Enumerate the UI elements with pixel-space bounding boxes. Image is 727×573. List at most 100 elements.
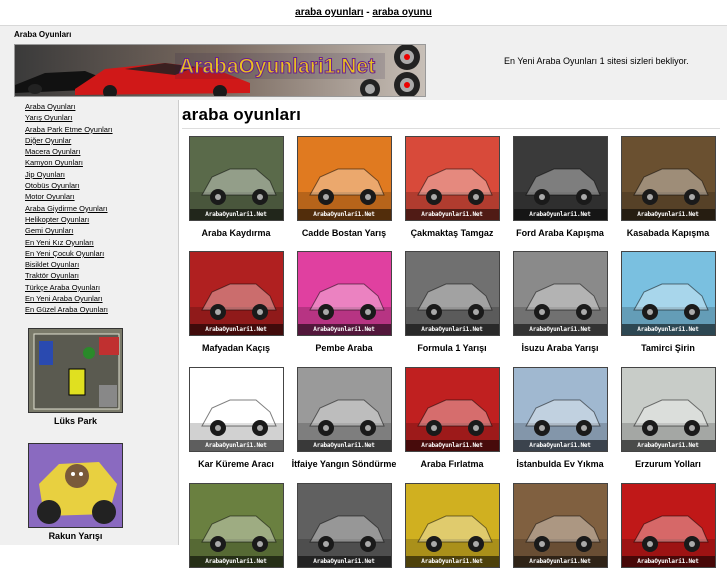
sidebar-category-link[interactable]: Traktör Oyunları xyxy=(25,271,79,280)
game-tile[interactable]: ArabaOyunlari1.Net Cadde Bostan Yarış xyxy=(290,136,398,241)
game-tile[interactable]: ArabaOyunlari1.Net Formula 1 Yarışı xyxy=(398,251,506,356)
sidebar-category-link[interactable]: Araba Park Etme Oyunları xyxy=(25,125,113,134)
thumbnail-watermark: ArabaOyunlari1.Net xyxy=(513,556,607,567)
banner-logo-text: ArabaOyunlari1.Net xyxy=(179,55,375,78)
game-thumbnail[interactable]: ArabaOyunlari1.Net xyxy=(188,136,284,221)
sidebar-item: Jip Oyunları xyxy=(25,169,178,180)
sidebar-category-link[interactable]: Motor Oyunları xyxy=(25,192,75,201)
game-tile[interactable]: ArabaOyunlari1.Net Kar Küreme Aracı xyxy=(182,367,290,472)
game-title-link[interactable]: Araba Fırlatma xyxy=(398,457,506,472)
sidebar-category-link[interactable]: Türkçe Araba Oyunları xyxy=(25,283,100,292)
site-title: Araba Oyunları xyxy=(14,30,72,39)
game-thumbnail[interactable]: ArabaOyunlari1.Net xyxy=(296,136,392,221)
sidebar-item: Otobüs Oyunları xyxy=(25,180,178,191)
game-tile[interactable]: ArabaOyunlari1.Net xyxy=(398,483,506,573)
game-title-link[interactable]: İstanbulda Ev Yıkma xyxy=(506,457,614,472)
game-tile[interactable]: ArabaOyunlari1.Net xyxy=(290,483,398,573)
game-title-link[interactable]: İsuzu Araba Yarışı xyxy=(506,341,614,356)
game-thumbnail[interactable] xyxy=(28,443,123,528)
sidebar-category-link[interactable]: Yarış Oyunları xyxy=(25,113,72,122)
game-thumbnail[interactable] xyxy=(28,328,123,413)
game-thumbnail[interactable]: ArabaOyunlari1.Net xyxy=(404,251,500,336)
site-header: Araba Oyunları ArabaOyunlari1.Net En Yen… xyxy=(0,25,727,100)
sidebar-category-link[interactable]: Jip Oyunları xyxy=(25,170,65,179)
game-thumbnail[interactable]: ArabaOyunlari1.Net xyxy=(512,367,608,452)
game-thumbnail[interactable]: ArabaOyunlari1.Net xyxy=(512,251,608,336)
game-title-link[interactable]: Kasabada Kapışma xyxy=(614,226,722,241)
game-title-link[interactable]: Ford Araba Kapışma xyxy=(506,226,614,241)
game-tile[interactable]: ArabaOyunlari1.Net Ford Araba Kapışma xyxy=(506,136,614,241)
sidebar-category-link[interactable]: Bisiklet Oyunları xyxy=(25,260,79,269)
game-title-link[interactable]: Pembe Araba xyxy=(290,341,398,356)
game-tile[interactable]: ArabaOyunlari1.Net İtfaiye Yangın Söndürm… xyxy=(290,367,398,472)
game-title-link[interactable]: Çakmaktaş Tamgaz xyxy=(398,226,506,241)
game-title-link[interactable]: İtfaiye Yangın Söndürme xyxy=(290,457,398,472)
featured-game-label[interactable]: Rakun Yarışı xyxy=(28,531,123,541)
sidebar-item: Araba Park Etme Oyunları xyxy=(25,124,178,135)
game-thumbnail[interactable]: ArabaOyunlari1.Net xyxy=(296,367,392,452)
game-tile[interactable]: ArabaOyunlari1.Net İstanbulda Ev Yıkma xyxy=(506,367,614,472)
sidebar-item: Türkçe Araba Oyunları xyxy=(25,282,178,293)
game-title-link[interactable]: Erzurum Yolları xyxy=(614,457,722,472)
sidebar-category-link[interactable]: Kamyon Oyunları xyxy=(25,158,83,167)
sidebar-item: En Yeni Çocuk Oyunları xyxy=(25,248,178,259)
game-thumbnail[interactable]: ArabaOyunlari1.Net xyxy=(404,483,500,568)
site-banner[interactable]: ArabaOyunlari1.Net xyxy=(14,44,426,97)
game-title-link[interactable]: Tamirci Şirin xyxy=(614,341,722,356)
game-title-link[interactable]: Mafyadan Kaçış xyxy=(182,341,290,356)
game-thumbnail[interactable]: ArabaOyunlari1.Net xyxy=(620,251,716,336)
game-tile[interactable]: ArabaOyunlari1.Net Çakmaktaş Tamgaz xyxy=(398,136,506,241)
sidebar-category-link[interactable]: Araba Oyunları xyxy=(25,102,75,111)
thumbnail-watermark: ArabaOyunlari1.Net xyxy=(513,440,607,451)
game-tile[interactable]: ArabaOyunlari1.Net Mafyadan Kaçış xyxy=(182,251,290,356)
game-tile[interactable]: ArabaOyunlari1.Net Erzurum Yolları xyxy=(614,367,722,472)
game-tile[interactable]: ArabaOyunlari1.Net Araba Fırlatma xyxy=(398,367,506,472)
game-thumbnail[interactable]: ArabaOyunlari1.Net xyxy=(620,367,716,452)
sidebar-category-link[interactable]: En Güzel Araba Oyunları xyxy=(25,305,108,314)
game-tile[interactable]: ArabaOyunlari1.Net xyxy=(506,483,614,573)
thumbnail-watermark: ArabaOyunlari1.Net xyxy=(189,556,283,567)
game-tile[interactable]: ArabaOyunlari1.Net xyxy=(182,483,290,573)
game-tile[interactable]: ArabaOyunlari1.Net İsuzu Araba Yarışı xyxy=(506,251,614,356)
featured-game-label[interactable]: Lüks Park xyxy=(28,416,123,426)
game-thumbnail[interactable]: ArabaOyunlari1.Net xyxy=(404,136,500,221)
game-thumbnail[interactable]: ArabaOyunlari1.Net xyxy=(188,251,284,336)
game-title-link[interactable]: Araba Kaydırma xyxy=(182,226,290,241)
thumbnail-watermark: ArabaOyunlari1.Net xyxy=(297,209,391,220)
sidebar-category-link[interactable]: Araba Giydirme Oyunları xyxy=(25,204,108,213)
araba-oyunlari-top-link[interactable]: araba oyunları xyxy=(295,7,363,18)
sidebar-item: Macera Oyunları xyxy=(25,146,178,157)
game-thumbnail[interactable]: ArabaOyunlari1.Net xyxy=(296,483,392,568)
featured-game-rakun-yarisi[interactable]: Rakun Yarışı xyxy=(28,443,123,541)
game-title-link[interactable]: Kar Küreme Aracı xyxy=(182,457,290,472)
game-thumbnail[interactable]: ArabaOyunlari1.Net xyxy=(188,367,284,452)
sidebar-category-link[interactable]: En Yeni Kız Oyunları xyxy=(25,238,94,247)
game-thumbnail[interactable]: ArabaOyunlari1.Net xyxy=(512,136,608,221)
sidebar-category-link[interactable]: En Yeni Araba Oyunları xyxy=(25,294,103,303)
sidebar-item: Araba Giydirme Oyunları xyxy=(25,203,178,214)
game-thumbnail[interactable]: ArabaOyunlari1.Net xyxy=(188,483,284,568)
main-content: araba oyunları ArabaOyunlari1.Net Araba K… xyxy=(180,100,727,568)
game-tile[interactable]: ArabaOyunlari1.Net Tamirci Şirin xyxy=(614,251,722,356)
araba-oyunu-top-link[interactable]: araba oyunu xyxy=(372,7,431,18)
sidebar-category-link[interactable]: Otobüs Oyunları xyxy=(25,181,80,190)
sidebar-category-link[interactable]: Diğer Oyunlar xyxy=(25,136,71,145)
game-title-link[interactable]: Cadde Bostan Yarış xyxy=(290,226,398,241)
sidebar-category-link[interactable]: En Yeni Çocuk Oyunları xyxy=(25,249,104,258)
game-thumbnail[interactable]: ArabaOyunlari1.Net xyxy=(620,483,716,568)
sidebar-category-link[interactable]: Helikopter Oyunları xyxy=(25,215,89,224)
game-title-link[interactable]: Formula 1 Yarışı xyxy=(398,341,506,356)
game-thumbnail[interactable]: ArabaOyunlari1.Net xyxy=(512,483,608,568)
game-thumbnail[interactable]: ArabaOyunlari1.Net xyxy=(620,136,716,221)
sidebar-category-link[interactable]: Gemi Oyunları xyxy=(25,226,73,235)
game-tile[interactable]: ArabaOyunlari1.Net Kasabada Kapışma xyxy=(614,136,722,241)
thumbnail-watermark: ArabaOyunlari1.Net xyxy=(513,209,607,220)
game-tile[interactable]: ArabaOyunlari1.Net xyxy=(614,483,722,573)
game-tile[interactable]: ArabaOyunlari1.Net Pembe Araba xyxy=(290,251,398,356)
game-thumbnail[interactable]: ArabaOyunlari1.Net xyxy=(296,251,392,336)
sidebar-item: Araba Oyunları xyxy=(25,101,178,112)
game-tile[interactable]: ArabaOyunlari1.Net Araba Kaydırma xyxy=(182,136,290,241)
sidebar-category-link[interactable]: Macera Oyunları xyxy=(25,147,80,156)
game-thumbnail[interactable]: ArabaOyunlari1.Net xyxy=(404,367,500,452)
featured-game-luks-park[interactable]: Lüks Park xyxy=(28,328,123,426)
